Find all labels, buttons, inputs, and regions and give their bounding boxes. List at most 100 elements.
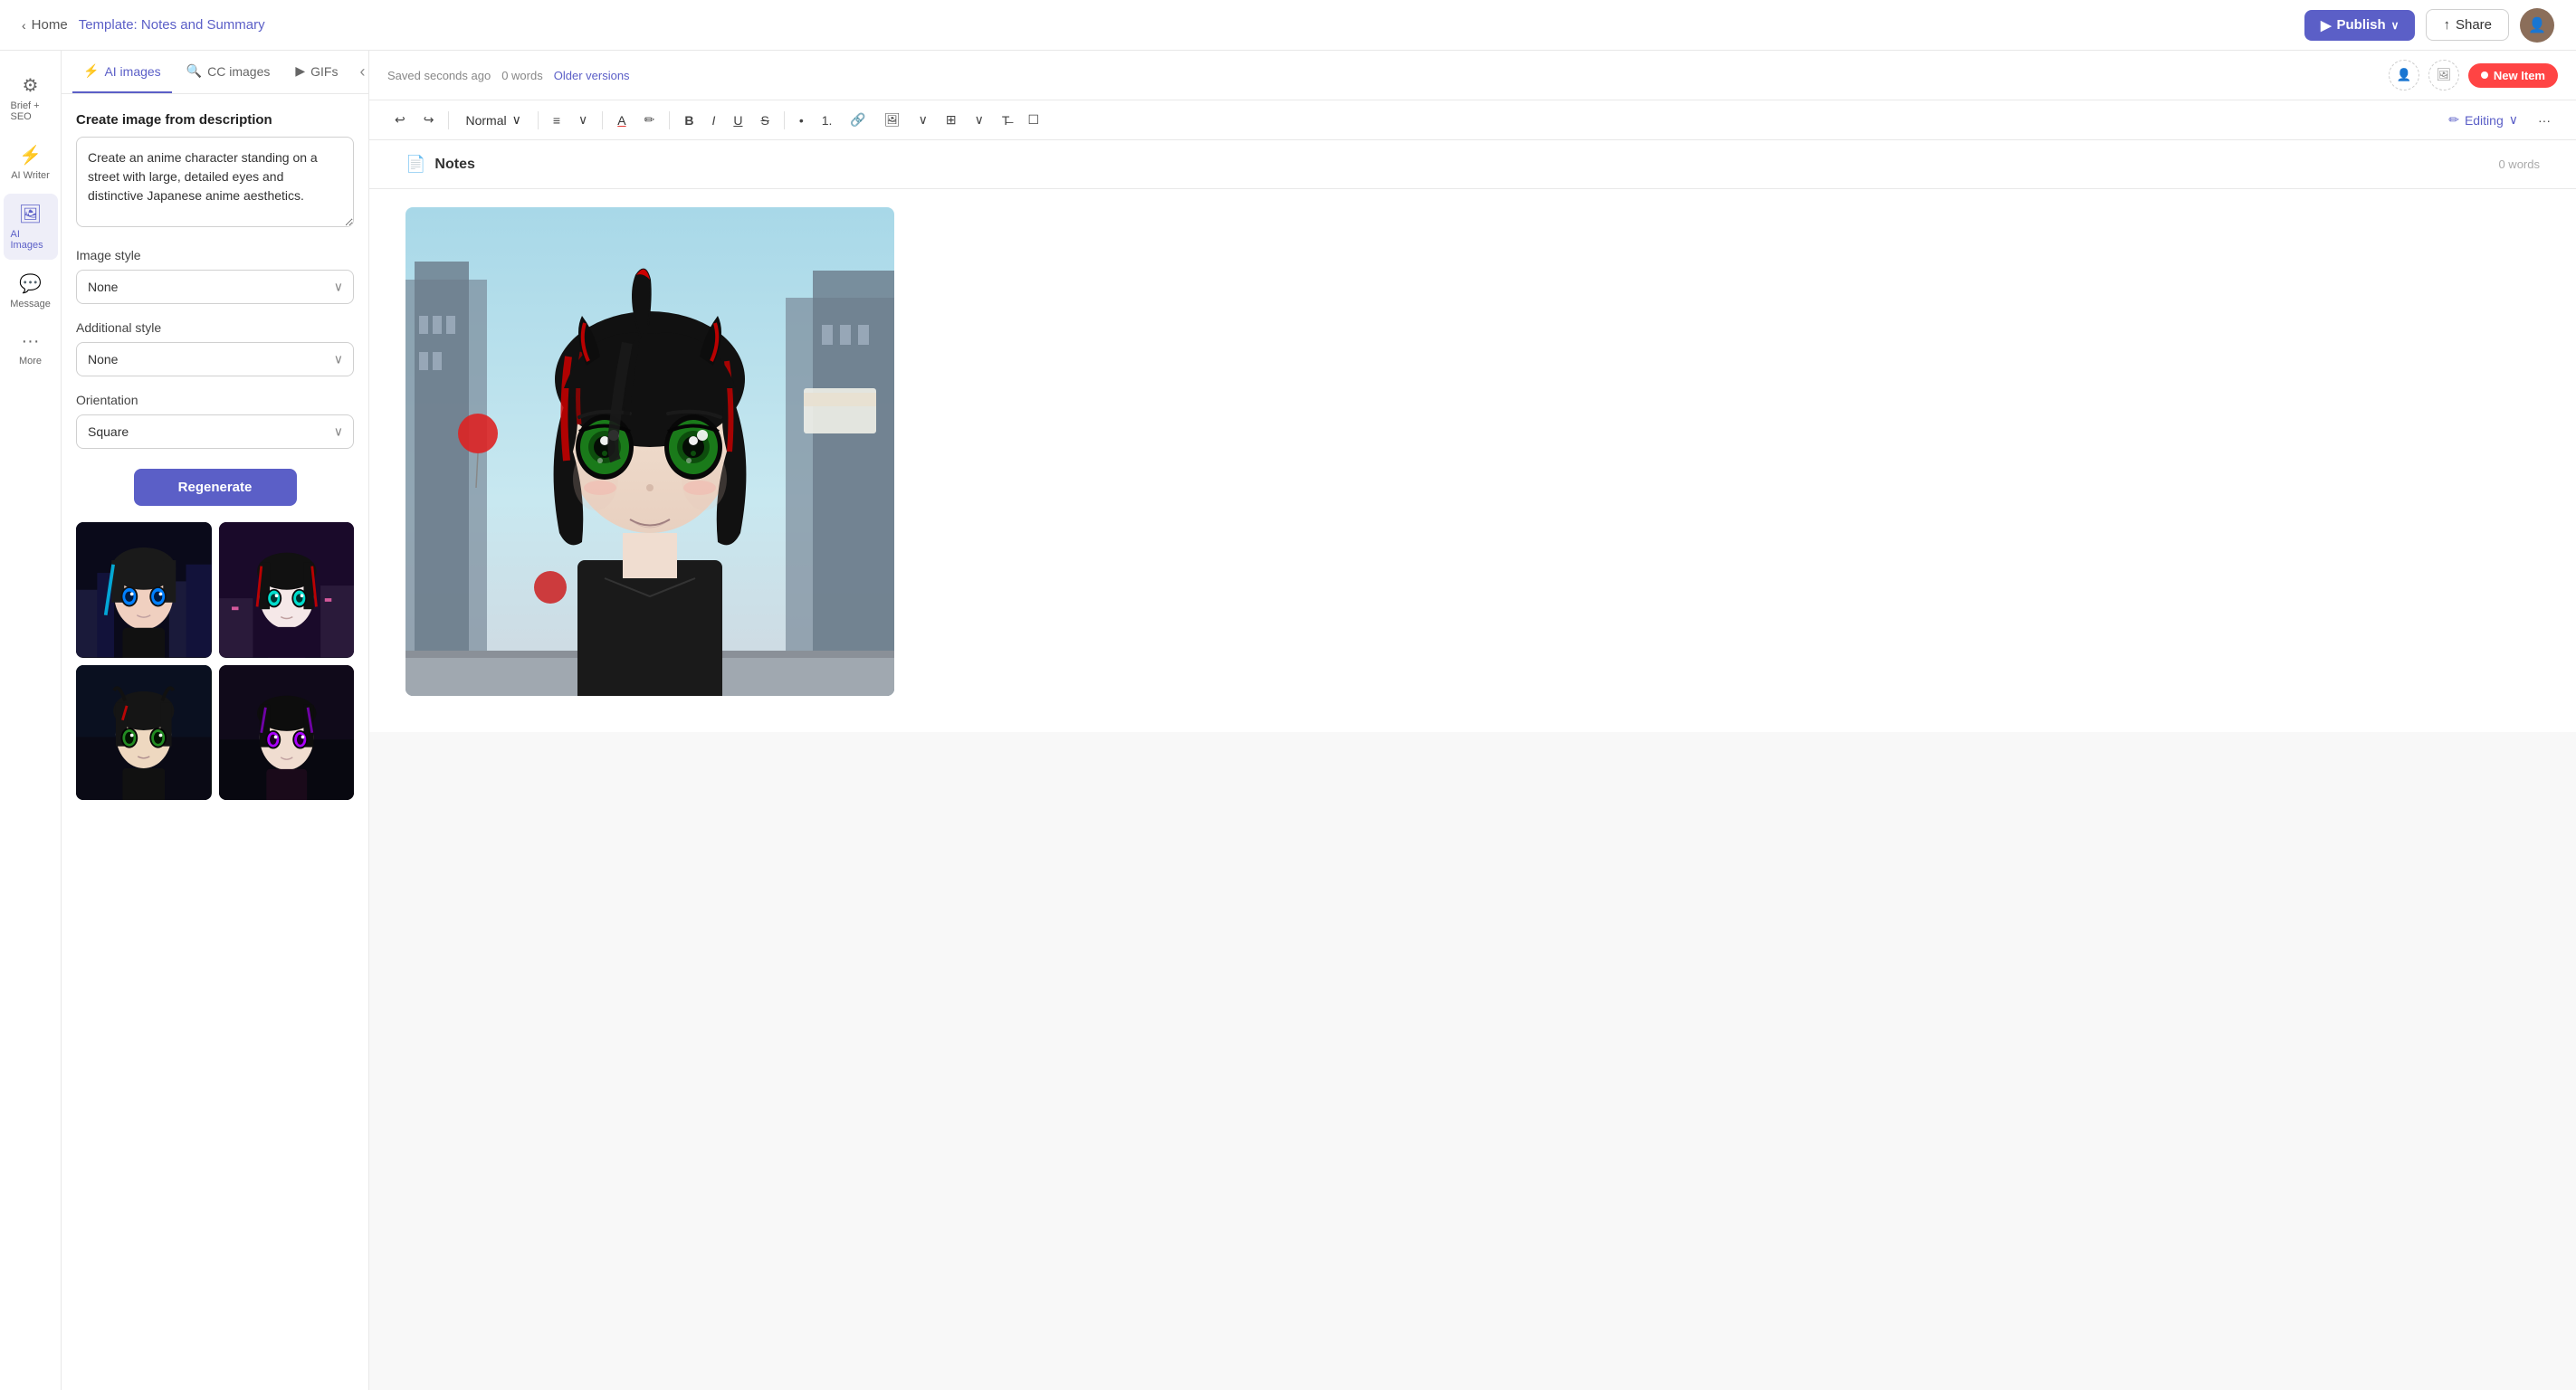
font-color-button[interactable]: A [610, 109, 633, 132]
message-icon: 💬 [19, 272, 42, 295]
toolbar-separator-3 [602, 111, 603, 129]
thumbnail-3[interactable] [76, 665, 212, 801]
link-icon: 🔗 [850, 112, 865, 128]
create-image-title: Create image from description [76, 112, 354, 128]
home-button[interactable]: ‹ Home [22, 17, 68, 33]
text-style-chevron-icon: ∨ [512, 112, 521, 128]
bullet-list-icon: • [799, 113, 804, 128]
panel-tabs: ⚡ AI images 🔍 CC images ▶ GIFs ‹ [62, 51, 368, 94]
bold-icon: B [684, 113, 693, 128]
gifs-tab-icon: ▶ [295, 63, 305, 79]
user-icon: 👤 [2397, 68, 2412, 82]
collapse-panel-button[interactable]: ‹ [353, 55, 370, 89]
orientation-label: Orientation [76, 393, 354, 407]
additional-style-select[interactable]: None Dark Light Vintage Futuristic [76, 342, 354, 376]
image-icon-button[interactable]: 🖼 [2428, 60, 2459, 90]
image-chevron-icon: ∨ [919, 112, 928, 128]
italic-button[interactable]: I [704, 109, 722, 132]
sidebar-item-ai-writer[interactable]: ⚡ AI Writer [4, 135, 58, 190]
tab-cc-images[interactable]: 🔍 CC images [176, 51, 281, 93]
table-button[interactable]: ⊞ [939, 108, 964, 132]
chevron-left-icon: ‹ [22, 18, 26, 33]
sidebar-item-message[interactable]: 💬 Message [4, 263, 58, 319]
image-chevron-button[interactable]: ∨ [911, 108, 935, 132]
toolbar-separator-2 [538, 111, 539, 129]
share-label: Share [2456, 17, 2492, 33]
numbered-list-button[interactable]: 1. [815, 109, 840, 132]
highlight-button[interactable]: ✏ [637, 108, 663, 132]
user-avatar[interactable]: 👤 [2520, 8, 2554, 43]
thumbnail-2[interactable] [219, 522, 355, 658]
top-navigation: ‹ Home Template: Notes and Summary ▶ Pub… [0, 0, 2576, 51]
undo-button[interactable]: ↩ [387, 108, 413, 132]
editor-area: Saved seconds ago 0 words Older versions… [369, 51, 2576, 1390]
more-options-button[interactable]: ··· [2531, 109, 2558, 132]
thumbnails-grid [76, 522, 354, 800]
user-icon-button[interactable]: 👤 [2389, 60, 2419, 90]
sidebar-item-brief-seo[interactable]: ⚙ Brief + SEO [4, 65, 58, 131]
image-style-select[interactable]: None Anime Oil Painting Watercolor Sketc… [76, 270, 354, 304]
document-header: 📄 Notes 0 words [369, 140, 2576, 189]
align-chevron-button[interactable]: ∨ [571, 108, 595, 132]
publish-label: Publish [2337, 17, 2386, 33]
link-button[interactable]: 🔗 [843, 108, 873, 132]
table-chevron-button[interactable]: ∨ [968, 108, 991, 132]
anime-character-image[interactable] [405, 207, 894, 696]
align-button[interactable]: ≡ [546, 109, 568, 132]
template-label: Template: Notes and Summary [79, 17, 265, 33]
editing-mode-label: Editing [2465, 113, 2504, 128]
sidebar-item-label: Brief + SEO [11, 100, 51, 122]
new-item-label: New Item [2494, 69, 2545, 82]
word-count-display: 0 words [501, 69, 543, 82]
home-label: Home [32, 17, 68, 33]
tab-ai-images[interactable]: ⚡ AI images [72, 51, 172, 93]
text-style-button[interactable]: Normal ∨ [456, 108, 530, 132]
editing-mode-button[interactable]: ✏ Editing ∨ [2439, 108, 2527, 132]
table-chevron-icon: ∨ [975, 112, 984, 128]
checkbox-button[interactable]: ☐ [1020, 108, 1046, 132]
insert-image-button[interactable]: 🖼 [877, 108, 908, 132]
sidebar-item-ai-images[interactable]: 🖼 AI Images [4, 194, 58, 260]
additional-style-label: Additional style [76, 320, 354, 335]
clear-format-icon: T̶ [1002, 113, 1010, 128]
new-item-button[interactable]: New Item [2468, 63, 2558, 88]
share-button[interactable]: ↑ Share [2426, 9, 2509, 41]
image-style-field: Image style None Anime Oil Painting Wate… [76, 248, 354, 304]
toolbar-left: Saved seconds ago 0 words Older versions [387, 69, 630, 82]
image-style-label: Image style [76, 248, 354, 262]
editing-pencil-icon: ✏ [2448, 112, 2459, 128]
sidebar-item-more[interactable]: ··· More [4, 322, 58, 376]
thumbnail-image-1 [76, 522, 212, 658]
bullet-list-button[interactable]: • [792, 109, 811, 132]
thumbnail-4[interactable] [219, 665, 355, 801]
regenerate-wrapper: Regenerate [76, 465, 354, 506]
toolbar-separator-5 [784, 111, 785, 129]
align-chevron-icon: ∨ [578, 112, 587, 128]
prompt-textarea[interactable]: Create an anime character standing on a … [76, 137, 354, 227]
strikethrough-button[interactable]: S [753, 109, 776, 132]
font-color-icon: A [617, 113, 625, 128]
clear-format-button[interactable]: T̶ [995, 109, 1017, 132]
toolbar-separator-4 [669, 111, 670, 129]
orientation-select[interactable]: Square Landscape Portrait [76, 414, 354, 449]
checkbox-icon: ☐ [1027, 112, 1039, 128]
nav-left: ‹ Home Template: Notes and Summary [22, 17, 265, 33]
bold-button[interactable]: B [677, 109, 701, 132]
publish-button[interactable]: ▶ Publish ∨ [2304, 10, 2416, 41]
nav-right: ▶ Publish ∨ ↑ Share 👤 [2304, 8, 2554, 43]
prompt-wrapper: Create an anime character standing on a … [76, 137, 354, 232]
orientation-select-wrapper: Square Landscape Portrait ∨ [76, 414, 354, 449]
thumbnail-image-3 [76, 665, 212, 801]
older-versions-link[interactable]: Older versions [554, 69, 630, 82]
thumbnail-1[interactable] [76, 522, 212, 658]
doc-title-area: 📄 Notes [405, 155, 475, 174]
underline-button[interactable]: U [726, 109, 749, 132]
regenerate-button[interactable]: Regenerate [134, 469, 297, 506]
ai-writer-icon: ⚡ [19, 144, 42, 167]
tab-gifs[interactable]: ▶ GIFs [284, 51, 348, 93]
redo-button[interactable]: ↪ [416, 108, 442, 132]
highlight-icon: ✏ [644, 112, 655, 128]
document-content[interactable] [369, 189, 2576, 732]
gifs-tab-label: GIFs [310, 64, 338, 79]
image-icon: 🖼 [2436, 68, 2451, 82]
